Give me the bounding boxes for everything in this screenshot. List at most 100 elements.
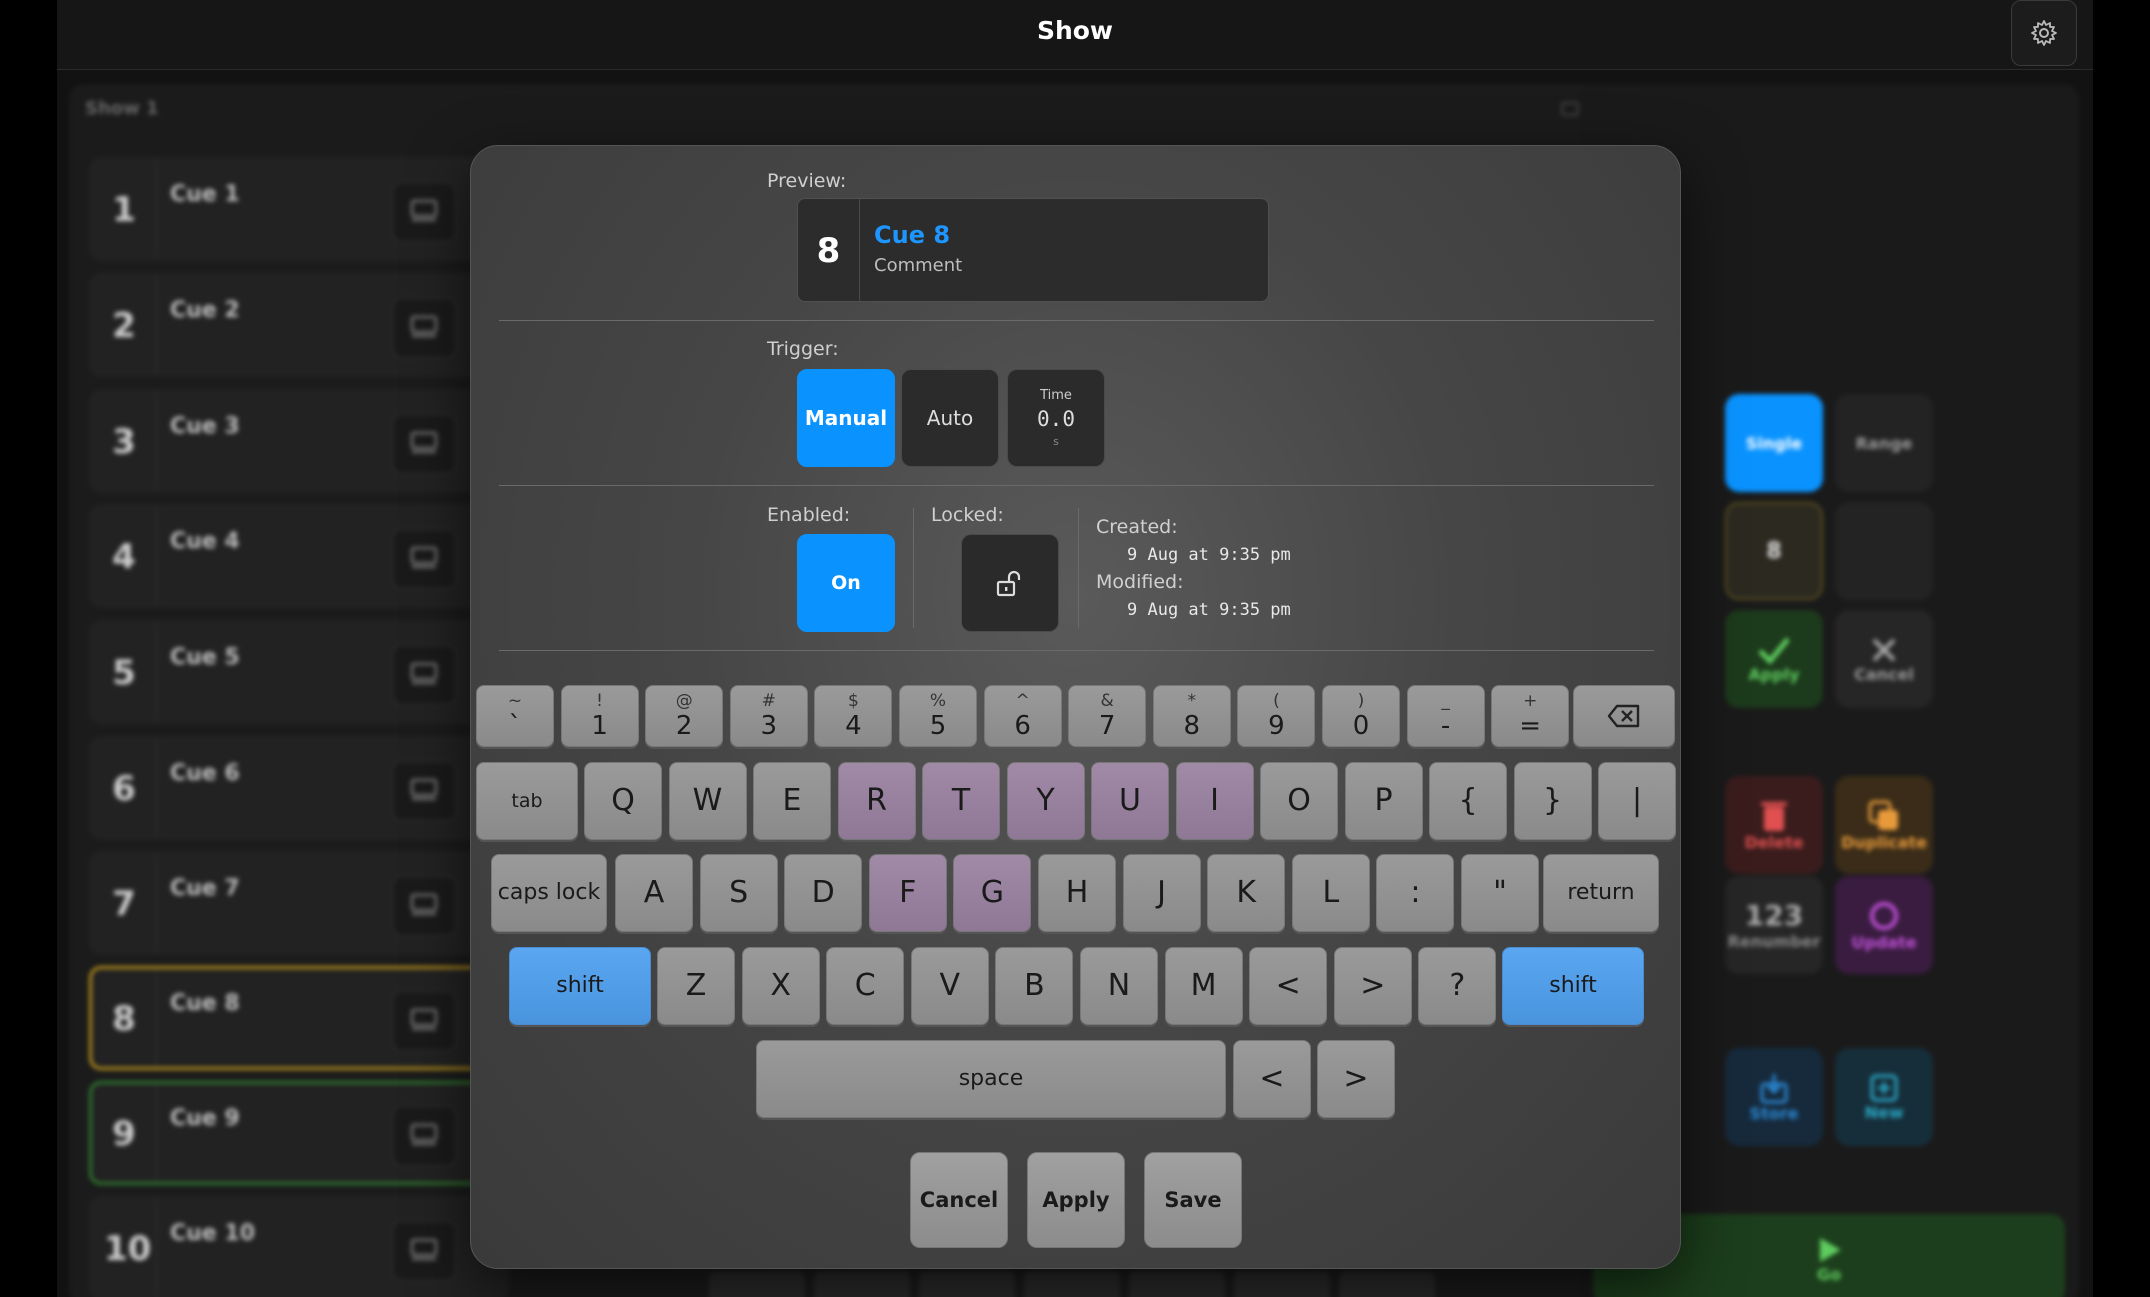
preview-number: 8 xyxy=(798,199,860,303)
key-D[interactable]: D xyxy=(784,854,863,932)
key-{[interactable]: { xyxy=(1429,762,1507,840)
apply-button[interactable]: Apply xyxy=(1027,1152,1125,1248)
key-7[interactable]: & 7 xyxy=(1068,685,1147,747)
trigger-manual-button[interactable]: Manual xyxy=(797,369,895,467)
key-E[interactable]: E xyxy=(753,762,831,840)
key-Z[interactable]: Z xyxy=(657,947,735,1025)
key-:[interactable]: : xyxy=(1376,854,1455,932)
key-N[interactable]: N xyxy=(1080,947,1158,1025)
key-S[interactable]: S xyxy=(699,854,778,932)
key-label: P xyxy=(1374,783,1393,818)
locked-toggle[interactable] xyxy=(961,534,1059,632)
key-`[interactable]: ~ ` xyxy=(476,685,554,747)
key-=[interactable]: + = xyxy=(1491,685,1570,747)
key-label: = xyxy=(1519,711,1542,741)
divider xyxy=(156,1199,157,1297)
play-icon xyxy=(1820,1237,1841,1262)
key-label: 5 xyxy=(929,711,947,741)
caps-lock-key[interactable]: caps lock xyxy=(491,854,607,932)
cue-row: 6 Cue 6 xyxy=(89,736,509,840)
key-<[interactable]: < xyxy=(1249,947,1328,1025)
save-button[interactable]: Save xyxy=(1144,1152,1242,1248)
key-8[interactable]: * 8 xyxy=(1152,685,1231,747)
cue-name: Cue 2 xyxy=(170,298,240,323)
cursor-left-key[interactable]: < xyxy=(1233,1040,1311,1118)
cursor-right-key[interactable]: > xyxy=(1317,1040,1395,1118)
key-A[interactable]: A xyxy=(615,854,693,932)
key-J[interactable]: J xyxy=(1122,854,1201,932)
apply-bg-button: Apply xyxy=(1725,610,1823,708)
trigger-label: Trigger: xyxy=(767,338,839,360)
store-icon xyxy=(1760,1073,1788,1103)
key-I[interactable]: I xyxy=(1175,762,1254,840)
trigger-auto-button[interactable]: Auto xyxy=(901,369,999,467)
key->[interactable]: > xyxy=(1333,947,1412,1025)
key-label: X xyxy=(770,968,791,1003)
key-O[interactable]: O xyxy=(1260,762,1338,840)
enabled-toggle[interactable]: On xyxy=(797,534,895,632)
duplicate-icon xyxy=(1868,800,1898,830)
key-?[interactable]: ? xyxy=(1418,947,1497,1025)
key-M[interactable]: M xyxy=(1164,947,1243,1025)
key-V[interactable]: V xyxy=(910,947,989,1025)
key--[interactable]: _ - xyxy=(1406,685,1485,747)
store-button: Store xyxy=(1725,1048,1823,1146)
backspace-key[interactable] xyxy=(1573,685,1675,747)
key-}[interactable]: } xyxy=(1513,762,1592,840)
key-1[interactable]: ! 1 xyxy=(560,685,639,747)
key-R[interactable]: R xyxy=(837,762,916,840)
shift-right-key[interactable]: shift xyxy=(1502,947,1644,1025)
key-C[interactable]: C xyxy=(826,947,905,1025)
cue-name: Cue 6 xyxy=(170,761,240,786)
key-H[interactable]: H xyxy=(1038,854,1116,932)
cue-row: 7 Cue 7 xyxy=(89,851,509,955)
key-5[interactable]: % 5 xyxy=(899,685,977,747)
divider xyxy=(156,160,157,258)
space-key[interactable]: space xyxy=(756,1040,1226,1118)
panel-title: Show 1 xyxy=(85,98,159,119)
trigger-time-field[interactable]: Time 0.0 s xyxy=(1007,369,1105,467)
key-G[interactable]: G xyxy=(953,854,1032,932)
settings-button[interactable] xyxy=(2011,0,2077,66)
key-|[interactable]: | xyxy=(1598,762,1676,840)
key-label: Q xyxy=(611,783,635,818)
cue-number: 9 xyxy=(112,1114,136,1154)
preview-label: Preview: xyxy=(767,170,847,192)
key-W[interactable]: W xyxy=(668,762,747,840)
key-L[interactable]: L xyxy=(1291,854,1370,932)
key-X[interactable]: X xyxy=(741,947,820,1025)
key-K[interactable]: K xyxy=(1207,854,1286,932)
key-9[interactable]: (9 xyxy=(1237,685,1316,747)
enabled-label: Enabled: xyxy=(767,504,851,526)
key-Q[interactable]: Q xyxy=(584,762,662,840)
time-value: 0.0 xyxy=(1037,407,1075,431)
key-T[interactable]: T xyxy=(922,762,1000,840)
tab-key[interactable]: tab xyxy=(476,762,578,840)
key-label: B xyxy=(1024,968,1045,1003)
key-label: 7 xyxy=(1098,711,1116,741)
cue-row: 1 Cue 1 xyxy=(89,157,509,261)
key-0[interactable]: ) 0 xyxy=(1322,685,1400,747)
key-label: C xyxy=(854,968,876,1003)
key-U[interactable]: U xyxy=(1091,762,1169,840)
key-F[interactable]: F xyxy=(868,854,947,932)
bottom-toolbar-button xyxy=(709,1272,805,1297)
key-P[interactable]: P xyxy=(1344,762,1423,840)
key-B[interactable]: B xyxy=(995,947,1074,1025)
key-label: - xyxy=(1440,711,1451,741)
key-3[interactable]: #3 xyxy=(729,685,808,747)
shift-left-key[interactable]: shift xyxy=(509,947,651,1025)
return-key[interactable]: return xyxy=(1543,854,1659,932)
key-Y[interactable]: Y xyxy=(1006,762,1085,840)
key-6[interactable]: ^ 6 xyxy=(983,685,1062,747)
edit-cue-dialog: Preview: 8 Cue 8 Comment Trigger: Manual… xyxy=(470,145,1681,1269)
key-4[interactable]: $4 xyxy=(814,685,893,747)
trash-icon xyxy=(1761,801,1787,831)
renumber-glyph: 123 xyxy=(1744,899,1804,932)
key-2[interactable]: @2 xyxy=(645,685,724,747)
cue-device-button xyxy=(392,761,456,821)
cancel-button[interactable]: Cancel xyxy=(910,1152,1008,1248)
key-"[interactable]: " xyxy=(1461,854,1539,932)
cue-name: Cue 9 xyxy=(170,1106,240,1131)
key-label: D xyxy=(811,875,835,910)
